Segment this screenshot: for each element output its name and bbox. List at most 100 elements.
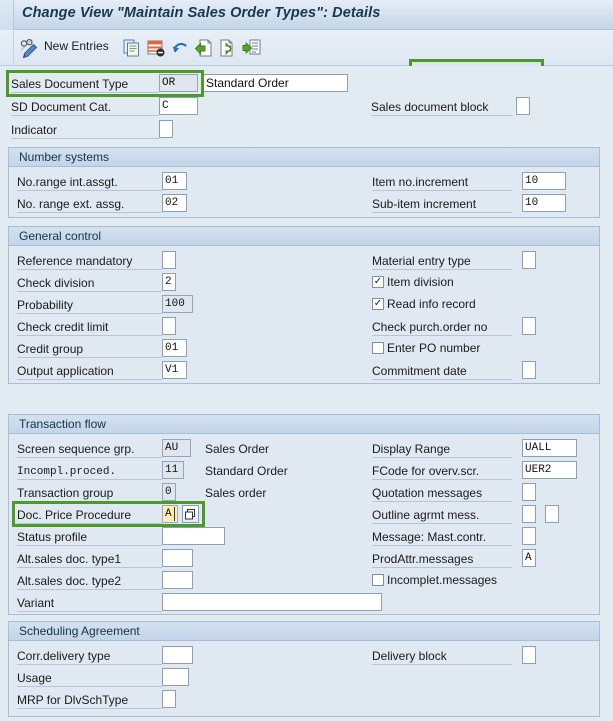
label-no-range-ext-assg: No. range ext. assg.: [17, 197, 125, 211]
rule: [372, 190, 512, 191]
field-incompl-proced[interactable]: 11: [162, 461, 184, 479]
field-fcode-for-overv-scr[interactable]: UER2: [522, 461, 577, 479]
rule: [17, 686, 162, 687]
checkbox-enter-po-number[interactable]: Enter PO number: [372, 341, 480, 355]
field-check-purch-order-no[interactable]: [522, 317, 536, 335]
checkbox-box[interactable]: ✓: [372, 298, 384, 310]
sap-details-screen: Change View "Maintain Sales Order Types"…: [0, 0, 613, 721]
field-reference-mandatory[interactable]: [162, 251, 176, 269]
label-sales-document-type: Sales Document Type: [11, 77, 129, 91]
field-sub-item-increment[interactable]: 10: [522, 194, 566, 212]
field-usage[interactable]: [162, 668, 189, 686]
rule: [11, 92, 159, 93]
field-outline-agrmt-mess[interactable]: [522, 505, 536, 523]
copy-icon[interactable]: [122, 38, 142, 58]
field-item-no-increment[interactable]: 10: [522, 172, 566, 190]
field-credit-group[interactable]: 01: [162, 339, 187, 357]
label-incompl-proced: Incompl.proced.: [17, 466, 117, 478]
field-probability[interactable]: 100: [162, 295, 193, 313]
label-transaction-group: Transaction group: [17, 486, 114, 500]
checkbox-box[interactable]: [372, 342, 384, 354]
label-item-no-increment: Item no.increment: [372, 175, 469, 189]
search-help-icon[interactable]: [182, 505, 199, 523]
field-prodattr-messages[interactable]: A: [522, 549, 536, 567]
panel-header-scheduling-agreement: Scheduling Agreement: [9, 622, 599, 641]
panel-header-general-control: General control: [9, 227, 599, 246]
field-message-mast-contr[interactable]: [522, 527, 536, 545]
field-status-profile[interactable]: [162, 527, 225, 545]
field-sales-document-block[interactable]: [516, 97, 530, 115]
title-accent-strip: [0, 0, 14, 30]
toolbar-accent-strip: [0, 30, 14, 66]
panel-title: General control: [19, 229, 102, 243]
rule: [372, 335, 512, 336]
rule: [372, 379, 512, 380]
field-alt-sales-doc-type2[interactable]: [162, 571, 193, 589]
checkbox-incomplet-messages[interactable]: Incomplet.messages: [372, 573, 497, 587]
field-material-entry-type[interactable]: [522, 251, 536, 269]
field-alt-sales-doc-type1[interactable]: [162, 549, 193, 567]
window-title-bar: Change View "Maintain Sales Order Types"…: [0, 0, 613, 30]
field-mrp-for-dlvschtype[interactable]: [162, 690, 176, 708]
rule: [17, 589, 162, 590]
rule: [372, 479, 512, 480]
form-body: Sales Document Type OR Standard Order SD…: [0, 66, 613, 721]
panel-title: Number systems: [19, 150, 110, 164]
next-entry-icon[interactable]: [218, 38, 238, 58]
field-check-credit-limit[interactable]: [162, 317, 176, 335]
rule: [17, 313, 162, 314]
field-delivery-block[interactable]: [522, 646, 536, 664]
field-quotation-messages[interactable]: [522, 483, 536, 501]
field-display-range[interactable]: UALL: [522, 439, 577, 457]
field-sales-document-type-description[interactable]: Standard Order: [203, 74, 348, 92]
page-title: Change View "Maintain Sales Order Types"…: [22, 5, 381, 21]
checkbox-box[interactable]: [372, 574, 384, 586]
panel-title: Scheduling Agreement: [19, 624, 140, 638]
field-commitment-date[interactable]: [522, 361, 536, 379]
field-sd-document-cat[interactable]: C: [159, 97, 198, 115]
checkbox-read-info-record[interactable]: ✓ Read info record: [372, 297, 476, 311]
field-indicator[interactable]: [159, 120, 173, 138]
field-transaction-group[interactable]: 0: [162, 483, 176, 501]
label-quotation-messages: Quotation messages: [372, 486, 483, 500]
label-fcode-for-overv-scr: FCode for overv.scr.: [372, 464, 480, 478]
rule: [372, 457, 512, 458]
label-sd-document-cat: SD Document Cat.: [11, 100, 112, 114]
field-sales-document-type[interactable]: OR: [159, 74, 198, 92]
field-output-application[interactable]: V1: [162, 361, 187, 379]
label-no-range-int-assgt: No.range int.assgt.: [17, 175, 118, 189]
field-doc-price-procedure[interactable]: A: [162, 505, 178, 523]
checkbox-label: Incomplet.messages: [387, 573, 498, 587]
label-outline-agrmt-mess: Outline agrmt mess.: [372, 508, 480, 522]
panel-general-control: General control Reference mandatory Chec…: [8, 226, 600, 384]
label-material-entry-type: Material entry type: [372, 254, 471, 268]
field-no-range-int-assgt[interactable]: 01: [162, 172, 187, 190]
field-outline-agrmt-mess-2[interactable]: [545, 505, 559, 523]
field-no-range-ext-assg[interactable]: 02: [162, 194, 187, 212]
label-variant: Variant: [17, 596, 55, 610]
rule: [17, 357, 162, 358]
label-message-mast-contr: Message: Mast.contr.: [372, 530, 487, 544]
field-variant[interactable]: [162, 593, 382, 611]
undo-icon[interactable]: [170, 38, 190, 58]
label-sales-document-block: Sales document block: [371, 100, 489, 114]
panel-number-systems: Number systems No.range int.assgt. 01 No…: [8, 147, 600, 218]
new-entries-button[interactable]: New Entries: [44, 39, 109, 53]
previous-entry-icon[interactable]: [194, 38, 214, 58]
rule: [17, 708, 162, 709]
field-check-division[interactable]: 2: [162, 273, 176, 291]
rule: [17, 523, 162, 524]
rule: [17, 501, 162, 502]
display-change-icon[interactable]: [18, 37, 40, 59]
delete-icon[interactable]: [146, 38, 166, 58]
checkbox-box[interactable]: ✓: [372, 276, 384, 288]
field-screen-sequence-grp[interactable]: AU: [162, 439, 191, 457]
label-doc-price-procedure: Doc. Price Procedure: [17, 508, 132, 522]
checkbox-item-division[interactable]: ✓ Item division: [372, 275, 454, 289]
field-corr-delivery-type[interactable]: [162, 646, 193, 664]
rule: [17, 457, 162, 458]
label-display-range: Display Range: [372, 442, 451, 456]
label-check-credit-limit: Check credit limit: [17, 320, 109, 334]
panel-header-number-systems: Number systems: [9, 148, 599, 167]
details-icon[interactable]: [242, 38, 262, 58]
